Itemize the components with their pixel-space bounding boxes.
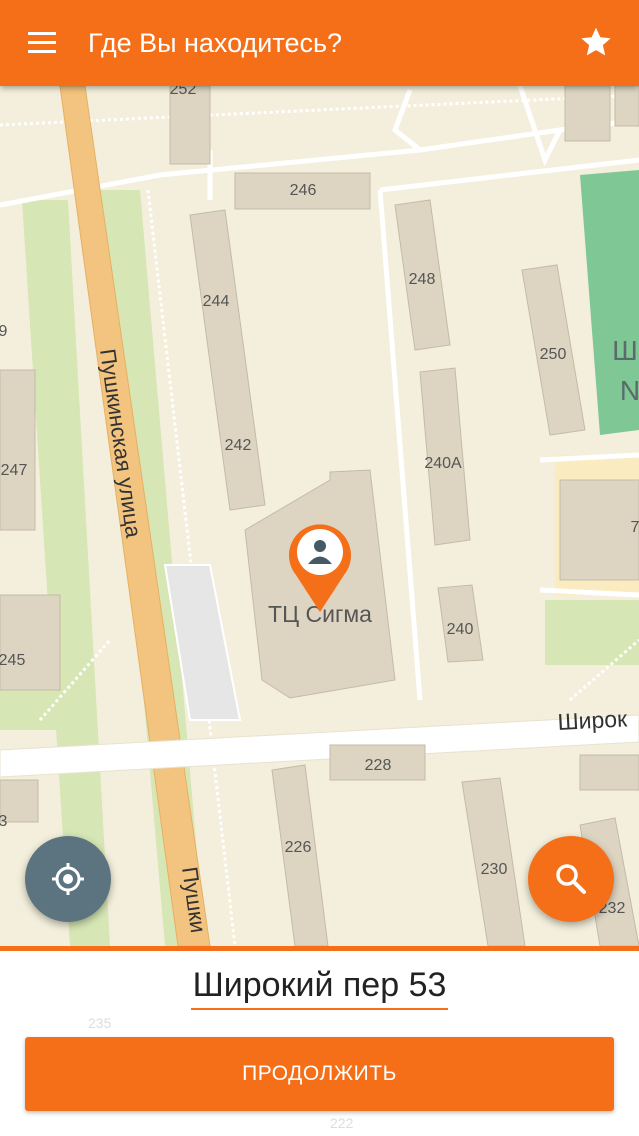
- search-icon: [556, 864, 586, 894]
- building-label: 252: [170, 86, 197, 98]
- building-label: 247: [1, 462, 28, 479]
- building-label: 240: [447, 621, 474, 638]
- building-label: 3: [0, 813, 8, 830]
- page-title: Где Вы находитесь?: [88, 28, 343, 58]
- my-location-icon: [52, 863, 84, 895]
- building-label: 230: [481, 861, 508, 878]
- panel-accent-line: [0, 946, 639, 951]
- address-text: Широкий пер 53: [190, 966, 449, 1010]
- map-view[interactable]: 252 246 244 248 250 242 247 240А 9 7 245…: [0, 86, 639, 946]
- star-icon[interactable]: [578, 24, 614, 60]
- street-label-shirokiy: Широк: [557, 705, 629, 735]
- building-label: 246: [290, 182, 317, 199]
- partial-label: N: [620, 375, 639, 406]
- address-field[interactable]: Широкий пер 53: [0, 966, 639, 1010]
- faint-map-label: 235: [88, 1015, 112, 1031]
- app-bar: Где Вы находитесь?: [0, 0, 639, 86]
- building-label: 250: [540, 346, 567, 363]
- building-label: 7: [631, 519, 639, 536]
- building-label: 9: [0, 323, 8, 340]
- faint-map-label: 222: [330, 1115, 354, 1131]
- building-label: 245: [0, 652, 25, 669]
- building-label: 248: [409, 271, 436, 288]
- building-label: 242: [225, 437, 252, 454]
- building-label: 244: [203, 293, 230, 310]
- my-location-button[interactable]: [25, 836, 111, 922]
- partial-label: Ш: [612, 335, 638, 366]
- search-button[interactable]: [528, 836, 614, 922]
- hamburger-menu-icon[interactable]: [24, 26, 62, 60]
- building-label: 228: [365, 757, 392, 774]
- continue-button[interactable]: ПРОДОЛЖИТЬ: [25, 1037, 614, 1111]
- building-label: 226: [285, 839, 312, 856]
- building-label: 240А: [424, 455, 462, 472]
